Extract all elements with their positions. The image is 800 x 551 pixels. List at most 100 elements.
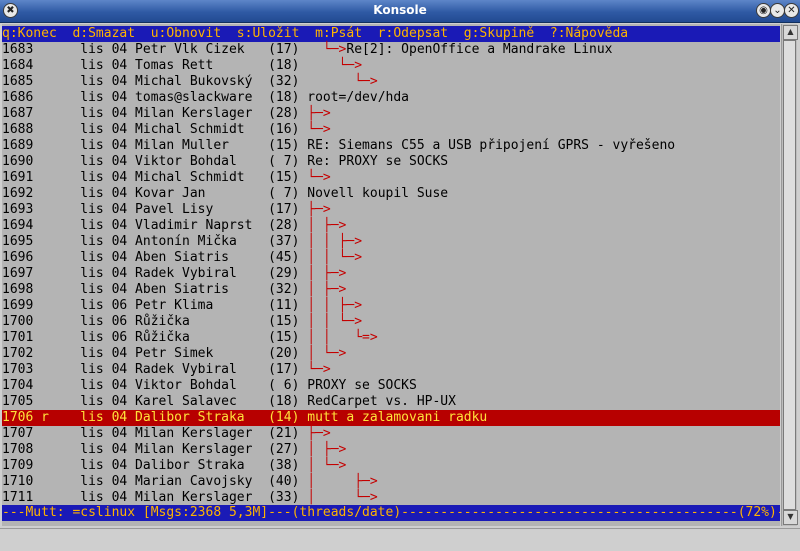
thread-tree: │ │ ├─> xyxy=(307,234,363,249)
message-row[interactable]: 1686 lis 04 tomas@slackware (18) root=/d… xyxy=(2,90,780,106)
thread-tree: │ │ └─> xyxy=(307,314,363,329)
thread-tree: ├─> xyxy=(307,202,331,217)
message-row[interactable]: 1709 lis 04 Dalibor Straka (38) │ └─> xyxy=(2,458,780,474)
message-row[interactable]: 1683 lis 04 Petr Vlk Cizek (17) └─>Re[2]… xyxy=(2,42,780,58)
thread-tree: │ ├─> xyxy=(307,442,347,457)
message-row[interactable]: 1695 lis 04 Antonín Mička (37) │ │ ├─> xyxy=(2,234,780,250)
title-bar[interactable]: ✖ Konsole ◉ ⌄ ✕ xyxy=(0,0,800,23)
message-header: 1707 lis 04 Milan Kerslager (21) xyxy=(2,426,308,441)
message-header: 1696 lis 04 Aben Siatris (45) xyxy=(2,250,308,265)
message-header: 1686 lis 04 tomas@slackware (18) xyxy=(2,90,308,105)
message-header: 1705 lis 04 Karel Salavec (18) xyxy=(2,394,308,409)
thread-tree: └─> xyxy=(307,42,347,57)
message-header: 1693 lis 04 Pavel Lisy (17) xyxy=(2,202,308,217)
thread-tree: │ └─> xyxy=(307,490,378,505)
message-header: 1697 lis 04 Radek Vybiral (29) xyxy=(2,266,308,281)
message-row[interactable]: 1699 lis 06 Petr Klima (11) │ │ ├─> xyxy=(2,298,780,314)
message-row[interactable]: 1702 lis 04 Petr Simek (20) │ └─> xyxy=(2,346,780,362)
message-header: 1683 lis 04 Petr Vlk Cizek (17) xyxy=(2,42,308,57)
message-header: 1710 lis 04 Marian Cavojsky (40) xyxy=(2,474,308,489)
thread-tree: └─> xyxy=(307,170,331,185)
message-row[interactable]: 1689 lis 04 Milan Muller (15) RE: Sieman… xyxy=(2,138,780,154)
message-row-selected[interactable]: 1706 r lis 04 Dalibor Straka (14) mutt a… xyxy=(2,410,780,426)
message-header: 1695 lis 04 Antonín Mička (37) xyxy=(2,234,308,249)
message-header: 1706 r lis 04 Dalibor Straka (14) xyxy=(2,410,308,425)
thread-tree: └─> xyxy=(307,362,331,377)
thread-tree: │ │ └=> xyxy=(307,330,378,345)
message-header: 1704 lis 04 Viktor Bohdal ( 6) xyxy=(2,378,308,393)
message-row[interactable]: 1704 lis 04 Viktor Bohdal ( 6) PROXY se … xyxy=(2,378,780,394)
thread-tree: │ │ └─> xyxy=(307,250,363,265)
message-header: 1711 lis 04 Milan Kerslager (33) xyxy=(2,490,308,505)
message-header: 1687 lis 04 Milan Kerslager (28) xyxy=(2,106,308,121)
message-row[interactable]: 1697 lis 04 Radek Vybiral (29) │ ├─> xyxy=(2,266,780,282)
message-header: 1700 lis 06 Růžička (15) xyxy=(2,314,308,329)
message-row[interactable]: 1692 lis 04 Kovar Jan ( 7) Novell koupil… xyxy=(2,186,780,202)
scrollbar[interactable]: ▲ ▼ xyxy=(781,24,798,526)
window-title: Konsole xyxy=(373,3,427,17)
message-header: 1694 lis 04 Vladimir Naprst (28) xyxy=(2,218,308,233)
thread-tree: └─> xyxy=(307,122,331,137)
message-row[interactable]: 1685 lis 04 Michal Bukovský (32) └─> xyxy=(2,74,780,90)
terminal-screen[interactable]: q:Konec d:Smazat u:Obnovit s:Uložit m:Ps… xyxy=(2,24,780,526)
thread-tree: │ │ ├─> xyxy=(307,298,363,313)
message-subject: Re: PROXY se SOCKS xyxy=(307,154,449,169)
message-row[interactable]: 1708 lis 04 Milan Kerslager (27) │ ├─> xyxy=(2,442,780,458)
message-row[interactable]: 1687 lis 04 Milan Kerslager (28) ├─> xyxy=(2,106,780,122)
message-header: 1698 lis 04 Aben Siatris (32) xyxy=(2,282,308,297)
message-subject: Re[2]: OpenOffice a Mandrake Linux xyxy=(346,42,613,57)
message-subject: mutt a zalamovani radku xyxy=(307,410,488,425)
message-row[interactable]: 1701 lis 06 Růžička (15) │ │ └=> xyxy=(2,330,780,346)
thread-tree: │ └─> xyxy=(307,458,347,473)
thread-tree: ├─> xyxy=(307,106,331,121)
message-header: 1709 lis 04 Dalibor Straka (38) xyxy=(2,458,308,473)
status-bar: ---Mutt: =cslinux [Msgs:2368 5,3M]---(th… xyxy=(2,505,780,521)
message-header: 1685 lis 04 Michal Bukovský (32) xyxy=(2,74,308,89)
thread-tree: ├─> xyxy=(307,426,331,441)
message-row[interactable]: 1700 lis 06 Růžička (15) │ │ └─> xyxy=(2,314,780,330)
message-row[interactable]: 1691 lis 04 Michal Schmidt (15) └─> xyxy=(2,170,780,186)
scroll-down-arrow-icon[interactable]: ▼ xyxy=(783,510,798,525)
message-row[interactable]: 1694 lis 04 Vladimir Naprst (28) │ ├─> xyxy=(2,218,780,234)
help-bar: q:Konec d:Smazat u:Obnovit s:Uložit m:Ps… xyxy=(2,26,780,42)
message-row[interactable]: 1705 lis 04 Karel Salavec (18) RedCarpet… xyxy=(2,394,780,410)
message-header: 1691 lis 04 Michal Schmidt (15) xyxy=(2,170,308,185)
message-subject: Novell koupil Suse xyxy=(307,186,449,201)
message-row[interactable]: 1711 lis 04 Milan Kerslager (33) │ └─> xyxy=(2,490,780,506)
message-header: 1699 lis 06 Petr Klima (11) xyxy=(2,298,308,313)
message-header: 1692 lis 04 Kovar Jan ( 7) xyxy=(2,186,308,201)
message-row[interactable]: 1710 lis 04 Marian Cavojsky (40) │ ├─> xyxy=(2,474,780,490)
message-header: 1708 lis 04 Milan Kerslager (27) xyxy=(2,442,308,457)
close-button[interactable]: ✕ xyxy=(784,3,799,18)
message-header: 1703 lis 04 Radek Vybiral (17) xyxy=(2,362,308,377)
message-header: 1684 lis 04 Tomas Rett (18) xyxy=(2,58,308,73)
minimize-button[interactable]: ⌄ xyxy=(770,3,785,18)
message-row[interactable]: 1703 lis 04 Radek Vybiral (17) └─> xyxy=(2,362,780,378)
message-header: 1690 lis 04 Viktor Bohdal ( 7) xyxy=(2,154,308,169)
message-header: 1688 lis 04 Michal Schmidt (16) xyxy=(2,122,308,137)
message-header: 1702 lis 04 Petr Simek (20) xyxy=(2,346,308,361)
sticky-button[interactable]: ◉ xyxy=(756,3,771,18)
scroll-up-arrow-icon[interactable]: ▲ xyxy=(783,25,798,40)
message-row[interactable]: 1707 lis 04 Milan Kerslager (21) ├─> xyxy=(2,426,780,442)
thread-tree: └─> xyxy=(307,74,378,89)
thread-tree: │ ├─> xyxy=(307,218,347,233)
message-row[interactable]: 1688 lis 04 Michal Schmidt (16) └─> xyxy=(2,122,780,138)
message-row[interactable]: 1684 lis 04 Tomas Rett (18) └─> xyxy=(2,58,780,74)
message-subject: RedCarpet vs. HP-UX xyxy=(307,394,456,409)
thread-tree: │ ├─> xyxy=(307,474,378,489)
message-subject: root=/dev/hda xyxy=(307,90,409,105)
message-row[interactable]: 1690 lis 04 Viktor Bohdal ( 7) Re: PROXY… xyxy=(2,154,780,170)
message-row[interactable]: 1698 lis 04 Aben Siatris (32) │ ├─> xyxy=(2,282,780,298)
message-row[interactable]: 1696 lis 04 Aben Siatris (45) │ │ └─> xyxy=(2,250,780,266)
message-subject: PROXY se SOCKS xyxy=(307,378,417,393)
thread-tree: │ ├─> xyxy=(307,266,347,281)
message-row[interactable]: 1693 lis 04 Pavel Lisy (17) ├─> xyxy=(2,202,780,218)
message-header: 1689 lis 04 Milan Muller (15) xyxy=(2,138,308,153)
window-bottom-frame xyxy=(0,528,800,551)
thread-tree: └─> xyxy=(307,58,363,73)
scroll-thumb[interactable] xyxy=(783,40,796,510)
message-subject: RE: Siemans C55 a USB připojení GPRS - v… xyxy=(307,138,676,153)
thread-tree: │ ├─> xyxy=(307,282,347,297)
thread-tree: │ └─> xyxy=(307,346,347,361)
